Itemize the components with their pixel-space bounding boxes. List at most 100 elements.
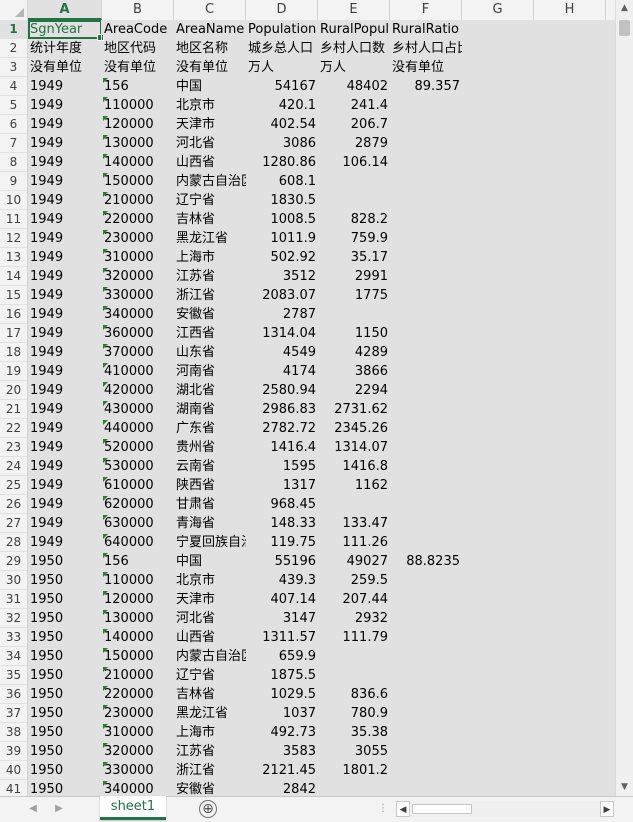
cell-d38[interactable]: 492.73	[246, 723, 318, 742]
row-header-1[interactable]: 1	[0, 20, 27, 39]
cell-e20[interactable]: 2294	[318, 381, 390, 400]
cell-b28[interactable]: 640000	[102, 533, 174, 552]
cell-a14[interactable]: 1949	[28, 267, 102, 286]
cell-a33[interactable]: 1950	[28, 628, 102, 647]
row-header-38[interactable]: 38	[0, 723, 27, 742]
cell-b17[interactable]: 360000	[102, 324, 174, 343]
cell-c33[interactable]: 山西省	[174, 628, 246, 647]
cell-c10[interactable]: 辽宁省	[174, 191, 246, 210]
row-header-2[interactable]: 2	[0, 39, 27, 58]
row-header-4[interactable]: 4	[0, 77, 27, 96]
cell-c39[interactable]: 江苏省	[174, 742, 246, 761]
row-header-18[interactable]: 18	[0, 343, 27, 362]
cell-b24[interactable]: 530000	[102, 457, 174, 476]
row-header-10[interactable]: 10	[0, 191, 27, 210]
row-header-3[interactable]: 3	[0, 58, 27, 77]
vertical-scroll-thumb[interactable]	[619, 20, 630, 36]
row-header-15[interactable]: 15	[0, 286, 27, 305]
cell-e28[interactable]: 111.26	[318, 533, 390, 552]
cell-a7[interactable]: 1949	[28, 134, 102, 153]
cell-d23[interactable]: 1416.4	[246, 438, 318, 457]
row-header-25[interactable]: 25	[0, 476, 27, 495]
cell-d41[interactable]: 2842	[246, 780, 318, 796]
cell-e22[interactable]: 2345.26	[318, 419, 390, 438]
cell-e39[interactable]: 3055	[318, 742, 390, 761]
cell-a4[interactable]: 1949	[28, 77, 102, 96]
cell-e6[interactable]: 206.7	[318, 115, 390, 134]
cell-e17[interactable]: 1150	[318, 324, 390, 343]
cell-e29[interactable]: 49027	[318, 552, 390, 571]
row-header-28[interactable]: 28	[0, 533, 27, 552]
cell-b2[interactable]: 地区代码	[102, 39, 174, 58]
cell-c8[interactable]: 山西省	[174, 153, 246, 172]
cell-d27[interactable]: 148.33	[246, 514, 318, 533]
row-header-37[interactable]: 37	[0, 704, 27, 723]
cell-b12[interactable]: 230000	[102, 229, 174, 248]
row-header-39[interactable]: 39	[0, 742, 27, 761]
cell-b16[interactable]: 340000	[102, 305, 174, 324]
cell-d20[interactable]: 2580.94	[246, 381, 318, 400]
cell-d2[interactable]: 城乡总人口	[246, 39, 318, 58]
cell-b22[interactable]: 440000	[102, 419, 174, 438]
cell-c40[interactable]: 浙江省	[174, 761, 246, 780]
cell-a16[interactable]: 1949	[28, 305, 102, 324]
cell-a27[interactable]: 1949	[28, 514, 102, 533]
row-header-23[interactable]: 23	[0, 438, 27, 457]
cell-c16[interactable]: 安徽省	[174, 305, 246, 324]
column-header-d[interactable]: D	[246, 0, 318, 20]
cell-e7[interactable]: 2879	[318, 134, 390, 153]
row-header-17[interactable]: 17	[0, 324, 27, 343]
cell-d22[interactable]: 2782.72	[246, 419, 318, 438]
cell-c32[interactable]: 河北省	[174, 609, 246, 628]
row-header-19[interactable]: 19	[0, 362, 27, 381]
cell-a9[interactable]: 1949	[28, 172, 102, 191]
cell-a39[interactable]: 1950	[28, 742, 102, 761]
cell-a25[interactable]: 1949	[28, 476, 102, 495]
cell-c38[interactable]: 上海市	[174, 723, 246, 742]
cell-c28[interactable]: 宁夏回族自治区	[174, 533, 246, 552]
cell-c5[interactable]: 北京市	[174, 96, 246, 115]
cell-e18[interactable]: 4289	[318, 343, 390, 362]
cell-e1[interactable]: RuralPopul	[318, 20, 390, 39]
cell-c14[interactable]: 江苏省	[174, 267, 246, 286]
cell-c11[interactable]: 吉林省	[174, 210, 246, 229]
vertical-scrollbar[interactable]: ▲ ▼	[615, 0, 633, 796]
cell-b27[interactable]: 630000	[102, 514, 174, 533]
cell-d18[interactable]: 4549	[246, 343, 318, 362]
cell-e4[interactable]: 48402	[318, 77, 390, 96]
scroll-left-icon[interactable]: ◀	[396, 801, 410, 817]
cell-b32[interactable]: 130000	[102, 609, 174, 628]
column-header-g[interactable]: G	[462, 0, 534, 20]
cell-e8[interactable]: 106.14	[318, 153, 390, 172]
cell-d39[interactable]: 3583	[246, 742, 318, 761]
cell-d29[interactable]: 55196	[246, 552, 318, 571]
cell-e3[interactable]: 万人	[318, 58, 390, 77]
cell-c31[interactable]: 天津市	[174, 590, 246, 609]
cell-b7[interactable]: 130000	[102, 134, 174, 153]
row-header-9[interactable]: 9	[0, 172, 27, 191]
cell-b40[interactable]: 330000	[102, 761, 174, 780]
cell-f3[interactable]: 没有单位	[390, 58, 462, 77]
sheet-tab-sheet1[interactable]: sheet1	[100, 796, 166, 820]
row-header-29[interactable]: 29	[0, 552, 27, 571]
cell-a37[interactable]: 1950	[28, 704, 102, 723]
cell-c35[interactable]: 辽宁省	[174, 666, 246, 685]
column-header-b[interactable]: B	[102, 0, 174, 20]
cell-a41[interactable]: 1950	[28, 780, 102, 796]
cell-b8[interactable]: 140000	[102, 153, 174, 172]
cell-e2[interactable]: 乡村人口数	[318, 39, 390, 58]
cell-d14[interactable]: 3512	[246, 267, 318, 286]
cell-a31[interactable]: 1950	[28, 590, 102, 609]
cell-a24[interactable]: 1949	[28, 457, 102, 476]
cell-d10[interactable]: 1830.5	[246, 191, 318, 210]
cell-d15[interactable]: 2083.07	[246, 286, 318, 305]
row-header-24[interactable]: 24	[0, 457, 27, 476]
cell-d13[interactable]: 502.92	[246, 248, 318, 267]
row-header-14[interactable]: 14	[0, 267, 27, 286]
cell-e13[interactable]: 35.17	[318, 248, 390, 267]
cell-c26[interactable]: 甘肃省	[174, 495, 246, 514]
cell-a11[interactable]: 1949	[28, 210, 102, 229]
cell-b5[interactable]: 110000	[102, 96, 174, 115]
cell-b6[interactable]: 120000	[102, 115, 174, 134]
cell-b29[interactable]: 156	[102, 552, 174, 571]
